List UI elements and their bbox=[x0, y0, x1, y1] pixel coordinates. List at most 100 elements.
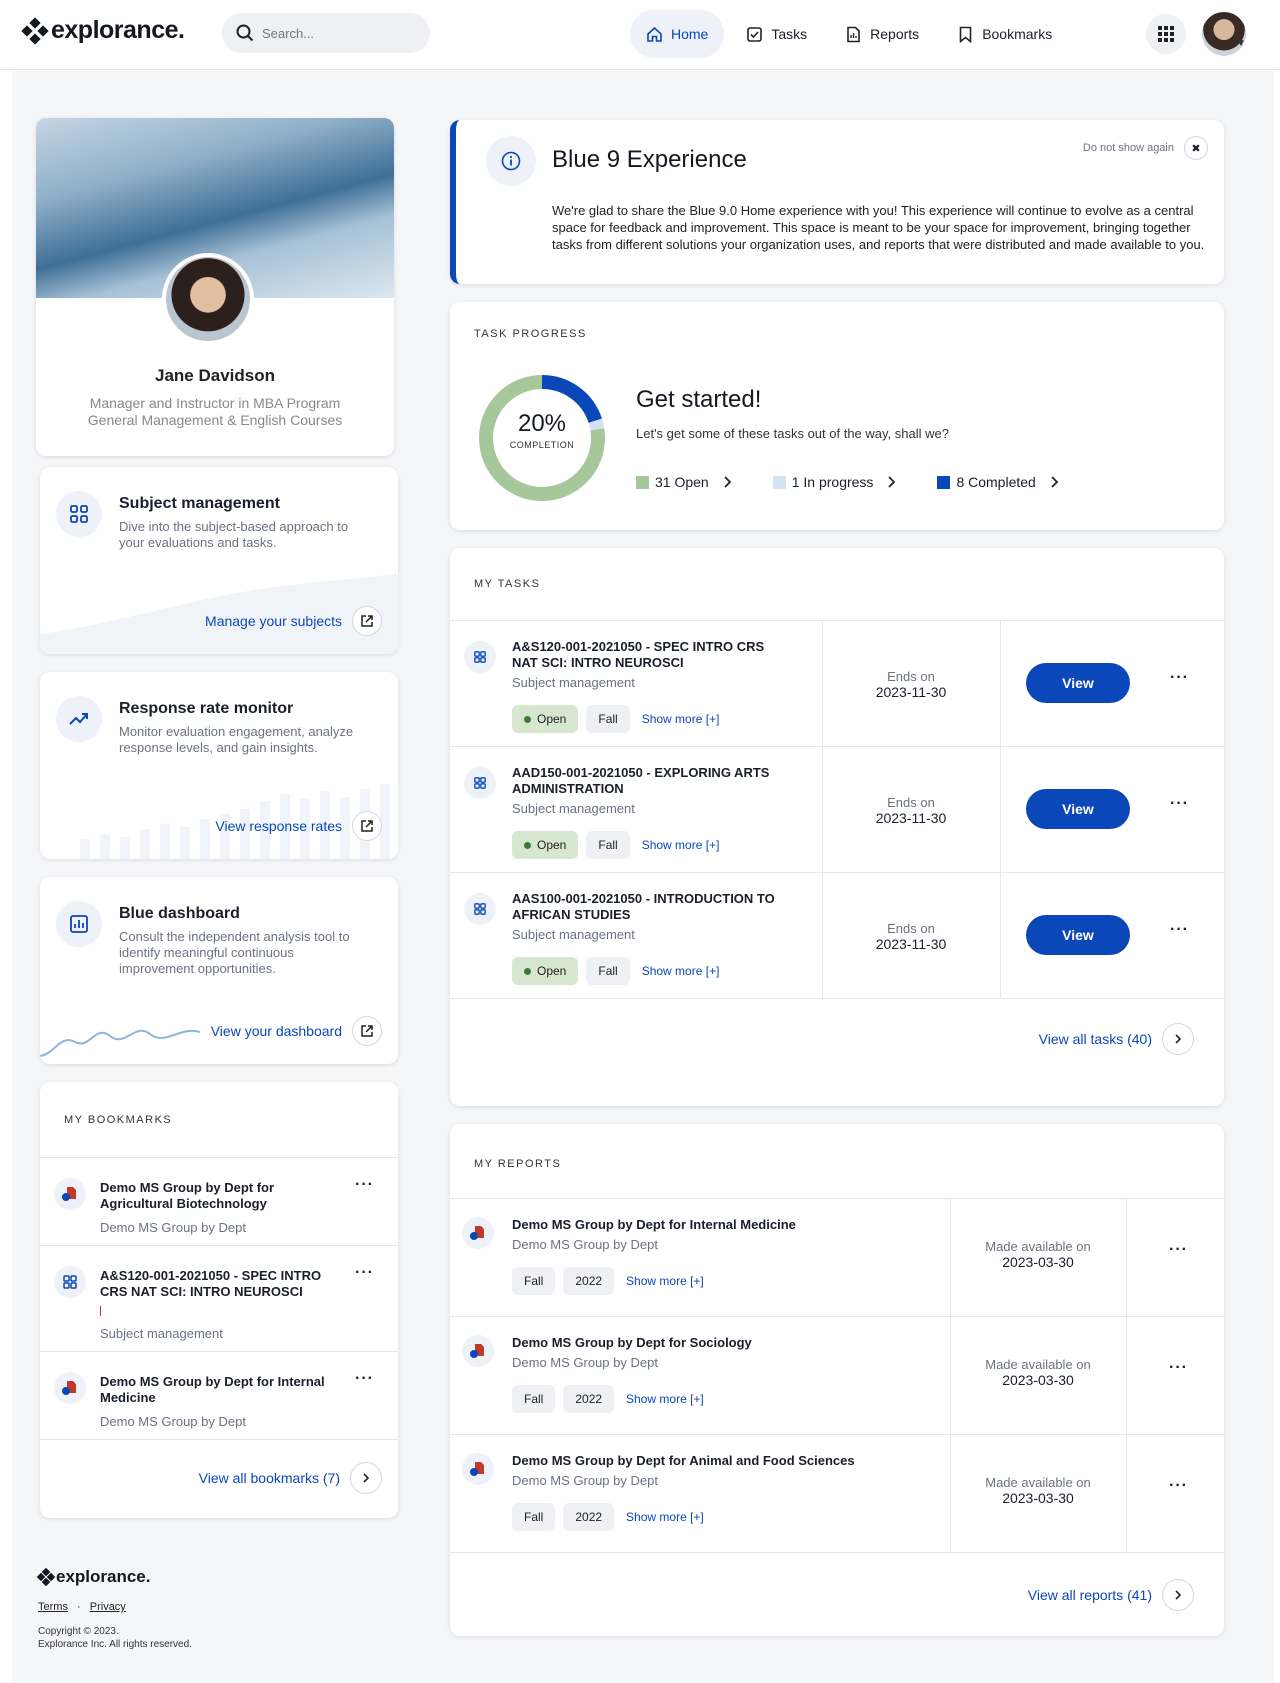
more-options-icon[interactable]: ··· bbox=[355, 1370, 374, 1388]
view-all-tasks-link[interactable]: View all tasks (40) bbox=[1039, 1023, 1194, 1055]
external-link-icon[interactable] bbox=[352, 1016, 382, 1046]
legend-in-progress[interactable]: 1 In progress bbox=[772, 474, 900, 490]
banner-title: Blue 9 Experience bbox=[552, 146, 747, 173]
profile-card: Jane Davidson Manager and Instructor in … bbox=[36, 118, 394, 456]
feature-desc: Monitor evaluation engagement, analyze r… bbox=[119, 724, 354, 755]
chevron-right-icon bbox=[1051, 476, 1059, 488]
progress-legend: 31 Open 1 In progress 8 Completed bbox=[636, 474, 1062, 490]
more-options-icon[interactable]: ··· bbox=[1169, 1359, 1188, 1377]
report-row: Demo MS Group by Dept for Sociology Demo… bbox=[450, 1316, 1224, 1434]
chevron-right-icon[interactable] bbox=[1162, 1023, 1194, 1055]
manage-subjects-label: Manage your subjects bbox=[205, 613, 342, 629]
footer-logo[interactable]: explorance. bbox=[36, 1567, 192, 1587]
do-not-show-again[interactable]: Do not show again bbox=[1083, 142, 1174, 154]
more-options-icon[interactable]: ··· bbox=[1170, 669, 1189, 687]
user-avatar[interactable] bbox=[1202, 12, 1246, 56]
legend-completed[interactable]: 8 Completed bbox=[937, 474, 1061, 490]
external-link-icon[interactable] bbox=[352, 606, 382, 636]
task-title[interactable]: AAD150-001-2021050 - EXPLORING ARTS ADMI… bbox=[512, 765, 782, 797]
view-all-bookmarks-link[interactable]: View all bookmarks (7) bbox=[199, 1462, 382, 1494]
info-icon bbox=[501, 151, 521, 171]
nav-reports[interactable]: Reports bbox=[829, 10, 935, 58]
search-input[interactable] bbox=[262, 25, 412, 41]
progress-subtext: Let's get some of these tasks out of the… bbox=[636, 426, 949, 441]
view-button[interactable]: View bbox=[1026, 915, 1130, 955]
task-progress-card: TASK PROGRESS 20% COMPLETION Get started… bbox=[450, 302, 1224, 530]
chevron-down-icon[interactable]: ▼ bbox=[1236, 38, 1246, 49]
nav-home[interactable]: Home bbox=[630, 10, 725, 58]
bookmark-title: Demo MS Group by Dept for Internal Medic… bbox=[100, 1374, 325, 1405]
bookmark-item[interactable]: Demo MS Group by Dept for Internal Medic… bbox=[40, 1351, 398, 1439]
profile-name: Jane Davidson bbox=[155, 366, 275, 385]
legend-open[interactable]: 31 Open bbox=[636, 474, 735, 490]
report-chips: Fall 2022 Show more [+] bbox=[512, 1267, 704, 1295]
status-label: Open bbox=[537, 838, 567, 852]
divider bbox=[1000, 621, 1001, 746]
report-title[interactable]: Demo MS Group by Dept for Internal Medic… bbox=[512, 1217, 932, 1233]
view-dashboard-link[interactable]: View your dashboard bbox=[211, 1016, 382, 1046]
report-icon bbox=[462, 1217, 494, 1249]
manage-subjects-link[interactable]: Manage your subjects bbox=[205, 606, 382, 636]
tasks-footer: View all tasks (40) bbox=[450, 998, 1224, 1106]
report-sub: Demo MS Group by Dept bbox=[512, 1473, 658, 1488]
copyright-line2: Explorance Inc. All rights reserved. bbox=[38, 1639, 192, 1650]
show-more-link[interactable]: Show more [+] bbox=[626, 1392, 704, 1406]
report-icon bbox=[462, 1453, 494, 1485]
task-chips: Open Fall Show more [+] bbox=[512, 957, 719, 985]
show-more-link[interactable]: Show more [+] bbox=[626, 1510, 704, 1524]
show-more-link[interactable]: Show more [+] bbox=[626, 1274, 704, 1288]
show-more-link[interactable]: Show more [+] bbox=[642, 964, 720, 978]
term-chip: Fall bbox=[512, 1267, 556, 1295]
main-nav: Home Tasks Reports Bookmarks bbox=[630, 10, 1068, 58]
report-title[interactable]: Demo MS Group by Dept for Animal and Foo… bbox=[512, 1453, 932, 1469]
view-all-bookmarks-label: View all bookmarks (7) bbox=[198, 1470, 340, 1486]
legend-in-progress-label: 1 In progress bbox=[791, 474, 874, 490]
task-title[interactable]: AAS100-001-2021050 - INTRODUCTION TO AFR… bbox=[512, 891, 782, 923]
copyright-line1: Copyright © 2023. bbox=[38, 1626, 119, 1637]
report-title[interactable]: Demo MS Group by Dept for Sociology bbox=[512, 1335, 932, 1351]
close-icon[interactable]: ✖ bbox=[1184, 136, 1208, 160]
nav-tasks[interactable]: Tasks bbox=[730, 10, 823, 58]
more-options-icon[interactable]: ··· bbox=[355, 1176, 374, 1194]
subject-icon bbox=[54, 1266, 86, 1298]
privacy-link[interactable]: Privacy bbox=[90, 1601, 126, 1613]
profile-role-line1: Manager and Instructor in MBA Program bbox=[89, 395, 341, 411]
nav-tasks-label: Tasks bbox=[771, 26, 808, 42]
available-label: Made available on bbox=[985, 1357, 1091, 1372]
subject-icon-wrap bbox=[56, 491, 102, 537]
tasks-icon bbox=[747, 26, 763, 42]
show-more-link[interactable]: Show more [+] bbox=[642, 712, 720, 726]
app-launcher-button[interactable] bbox=[1146, 14, 1186, 54]
nav-bookmarks[interactable]: Bookmarks bbox=[941, 10, 1068, 58]
divider bbox=[1000, 873, 1001, 998]
term-chip: Fall bbox=[586, 957, 630, 985]
more-options-icon[interactable]: ··· bbox=[1169, 1477, 1188, 1495]
explorance-logo[interactable]: explorance. bbox=[21, 16, 185, 45]
search-icon bbox=[236, 24, 254, 42]
view-response-rates-link[interactable]: View response rates bbox=[215, 811, 382, 841]
chevron-right-icon[interactable] bbox=[1162, 1579, 1194, 1611]
more-options-icon[interactable]: ··· bbox=[1169, 1241, 1188, 1259]
more-options-icon[interactable]: ··· bbox=[1170, 921, 1189, 939]
more-options-icon[interactable]: ··· bbox=[355, 1264, 374, 1282]
reports-footer: View all reports (41) bbox=[450, 1552, 1224, 1636]
view-all-reports-link[interactable]: View all reports (41) bbox=[1028, 1579, 1194, 1611]
view-button[interactable]: View bbox=[1026, 789, 1130, 829]
available-date: 2023-03-30 bbox=[1002, 1254, 1074, 1270]
cursor-mark bbox=[100, 1306, 101, 1316]
show-more-link[interactable]: Show more [+] bbox=[642, 838, 720, 852]
task-sub: Subject management bbox=[512, 675, 635, 690]
task-title[interactable]: A&S120-001-2021050 - SPEC INTRO CRS NAT … bbox=[512, 639, 782, 671]
external-link-icon[interactable] bbox=[352, 811, 382, 841]
bookmark-item[interactable]: Demo MS Group by Dept for Agricultural B… bbox=[40, 1157, 398, 1245]
bookmark-item[interactable]: A&S120-001-2021050 - SPEC INTRO CRS NAT … bbox=[40, 1245, 398, 1351]
term-chip: Fall bbox=[586, 831, 630, 859]
search-box[interactable] bbox=[222, 13, 430, 53]
chevron-right-icon[interactable] bbox=[350, 1462, 382, 1494]
view-button[interactable]: View bbox=[1026, 663, 1130, 703]
task-row: AAS100-001-2021050 - INTRODUCTION TO AFR… bbox=[450, 872, 1224, 998]
terms-link[interactable]: Terms bbox=[38, 1601, 68, 1613]
chevron-right-icon bbox=[724, 476, 731, 488]
bookmark-icon bbox=[959, 26, 972, 43]
more-options-icon[interactable]: ··· bbox=[1170, 795, 1189, 813]
